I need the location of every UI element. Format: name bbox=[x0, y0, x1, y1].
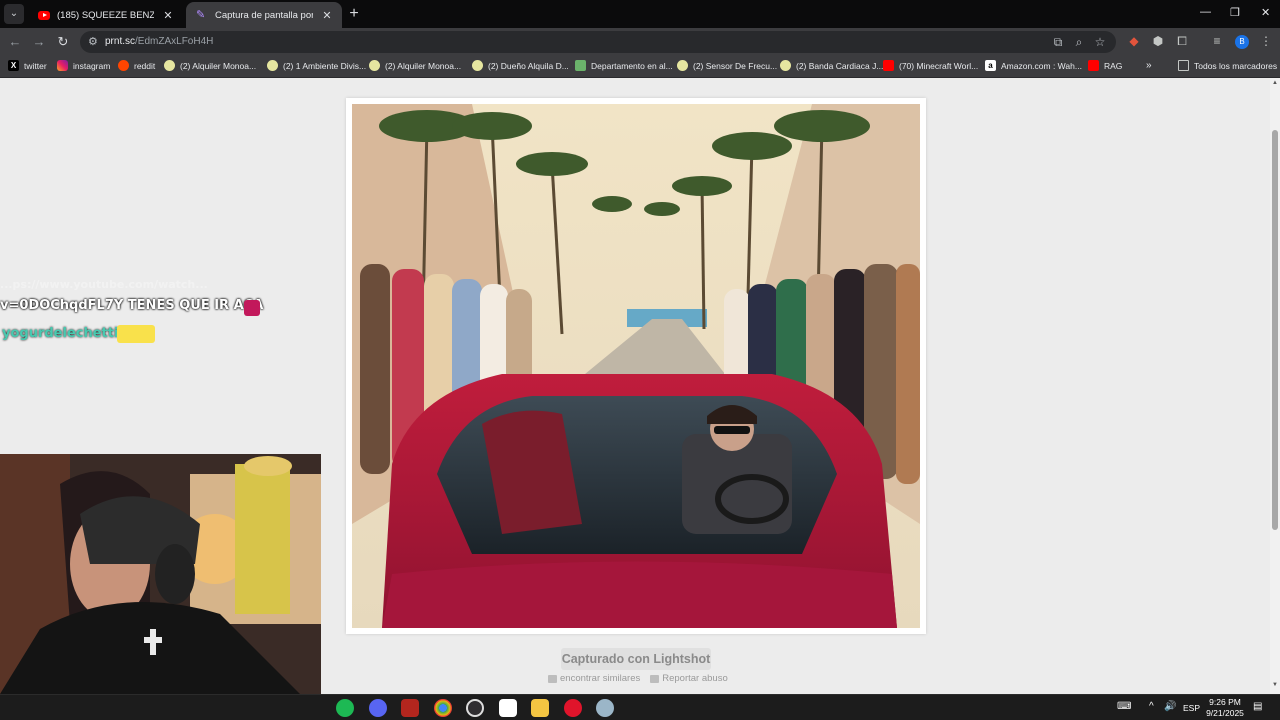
browser-toolbar: ← → ↻ ⚙ prnt.sc/EdmZAxLFoH4H ⧉ ⌕ ☆ bbox=[0, 28, 1280, 56]
bookmarks-overflow-icon[interactable]: » bbox=[1146, 60, 1152, 71]
screenshot-image[interactable] bbox=[352, 104, 920, 628]
tab-title: (185) SQUEEZE BENZ Drifts Thr bbox=[57, 9, 154, 21]
close-icon[interactable]: ✕ bbox=[320, 9, 334, 22]
lemon-icon bbox=[677, 60, 688, 71]
instagram-icon bbox=[57, 60, 68, 71]
scrollbar-thumb[interactable] bbox=[1272, 130, 1278, 530]
lemon-icon bbox=[780, 60, 791, 71]
folder-icon bbox=[1178, 60, 1189, 71]
extension-fox-icon[interactable]: ◆ bbox=[1126, 34, 1142, 48]
language-indicator[interactable]: ESP bbox=[1183, 703, 1200, 713]
chrome-icon[interactable] bbox=[434, 699, 452, 717]
voicemeeter-icon[interactable] bbox=[401, 699, 419, 717]
scroll-up-icon[interactable]: ▲ bbox=[1272, 80, 1278, 86]
chat-username: yogurdelechetti : bbox=[2, 326, 129, 341]
system-clock[interactable]: 9:26 PM 9/21/2025 bbox=[1200, 697, 1250, 719]
lemon-icon bbox=[472, 60, 483, 71]
siren-emote-icon bbox=[244, 300, 260, 316]
reddit-icon bbox=[118, 60, 129, 71]
chat-message: v=0DOChqdFL7Y TENES QUE IR ACA bbox=[0, 298, 264, 313]
tab-search-button[interactable]: ⌄ bbox=[4, 4, 24, 24]
install-app-icon[interactable]: ⧉ bbox=[1050, 35, 1066, 50]
chat-message-faded: ...ps://www.youtube.com/watch... bbox=[0, 278, 208, 291]
bookmark-instagram[interactable]: instagram bbox=[57, 60, 110, 71]
bookmark-dueno[interactable]: (2) Dueño Alquila D... bbox=[472, 60, 569, 71]
url-text: prnt.sc/EdmZAxLFoH4H bbox=[105, 36, 214, 47]
youtube-icon bbox=[883, 60, 894, 71]
bookmark-amazon[interactable]: a Amazon.com : Wah... bbox=[985, 60, 1082, 71]
obs-icon[interactable] bbox=[466, 699, 484, 717]
notifications-icon[interactable]: ▤ bbox=[1253, 701, 1262, 712]
close-window-icon[interactable]: ✕ bbox=[1261, 6, 1270, 19]
volume-icon[interactable]: 🔊 bbox=[1164, 701, 1176, 712]
all-bookmarks[interactable]: Todos los marcadores bbox=[1178, 60, 1277, 71]
bookmarks-bar: Xtwitter instagram reddit (2) Alquiler M… bbox=[0, 56, 1280, 78]
forward-icon[interactable]: → bbox=[31, 34, 47, 50]
lightshot-feather-icon: ✎ bbox=[196, 9, 206, 21]
webcam-feed bbox=[0, 454, 321, 694]
page-actions: encontrar similares Reportar abuso bbox=[548, 673, 728, 684]
profile-avatar[interactable]: B bbox=[1235, 35, 1249, 49]
clock-time: 9:26 PM bbox=[1209, 697, 1241, 707]
keyboard-icon[interactable]: ⌨ bbox=[1117, 701, 1131, 712]
back-icon[interactable]: ← bbox=[7, 34, 23, 50]
windows-taskbar: ⌨ ^ 🔊 ESP 9:26 PM 9/21/2025 ▤ bbox=[0, 694, 1280, 720]
zoom-icon[interactable]: ⌕ bbox=[1071, 35, 1087, 50]
extensions-icon[interactable]: ⧠ bbox=[1174, 34, 1190, 49]
tab-lightshot[interactable]: ✎ Captura de pantalla por Lightsh ✕ bbox=[186, 2, 342, 28]
extension-puzzle-icon[interactable]: ⬢ bbox=[1150, 34, 1166, 48]
restore-icon[interactable]: ❐ bbox=[1230, 6, 1240, 19]
tab-strip: ⌄ (185) SQUEEZE BENZ Drifts Thr ✕ ✎ Capt… bbox=[0, 0, 1280, 28]
capcut-icon[interactable] bbox=[499, 699, 517, 717]
flag-icon bbox=[650, 674, 660, 683]
opera-icon[interactable] bbox=[564, 699, 582, 717]
spotify-icon[interactable] bbox=[336, 699, 354, 717]
camera-icon bbox=[548, 674, 557, 683]
image-icon bbox=[575, 60, 586, 71]
car-street-scene bbox=[352, 104, 920, 628]
new-tab-button[interactable]: + bbox=[346, 5, 362, 23]
media-control-icon[interactable]: ≡ bbox=[1209, 34, 1225, 48]
tab-youtube[interactable]: (185) SQUEEZE BENZ Drifts Thr ✕ bbox=[28, 2, 183, 28]
tab-title: Captura de pantalla por Lightsh bbox=[215, 9, 313, 21]
captured-with-lightshot-label[interactable]: Capturado con Lightshot bbox=[561, 648, 711, 670]
webcam-overlay bbox=[0, 454, 321, 694]
bookmark-alquiler-2[interactable]: (2) Alquiler Monoa... bbox=[369, 60, 461, 71]
reload-icon[interactable]: ↻ bbox=[55, 34, 71, 50]
bookmark-banda[interactable]: (2) Banda Cardiaca J... bbox=[780, 60, 883, 71]
bookmark-minecraft[interactable]: (70) Minecraft Worl... bbox=[883, 60, 978, 71]
clock-date: 9/21/2025 bbox=[1206, 708, 1244, 718]
bookmark-reddit[interactable]: reddit bbox=[118, 60, 155, 71]
site-info-icon[interactable]: ⚙ bbox=[88, 35, 98, 48]
scroll-down-icon[interactable]: ▼ bbox=[1272, 682, 1278, 688]
bookmark-departamento[interactable]: Departamento en al... bbox=[575, 60, 673, 71]
bookmark-star-icon[interactable]: ☆ bbox=[1092, 35, 1108, 49]
youtube-icon bbox=[1088, 60, 1099, 71]
close-icon[interactable]: ✕ bbox=[161, 9, 175, 22]
bookmark-rag[interactable]: RAG bbox=[1088, 60, 1122, 71]
page-scrollbar[interactable]: ▲ ▼ bbox=[1270, 78, 1280, 694]
youtube-icon bbox=[38, 10, 50, 20]
more-menu-icon[interactable]: ⋮ bbox=[1258, 34, 1274, 48]
screenshot-frame bbox=[346, 98, 926, 634]
vpn-icon[interactable] bbox=[596, 699, 614, 717]
lemon-icon bbox=[164, 60, 175, 71]
bookmark-ambiente[interactable]: (2) 1 Ambiente Divis... bbox=[267, 60, 366, 71]
lemon-icon bbox=[369, 60, 380, 71]
report-abuse-link[interactable]: Reportar abuso bbox=[650, 673, 728, 684]
amazon-icon: a bbox=[985, 60, 996, 71]
bookmark-sensor[interactable]: (2) Sensor De Frecu... bbox=[677, 60, 777, 71]
find-similar-link[interactable]: encontrar similares bbox=[548, 673, 640, 684]
address-bar[interactable]: ⚙ prnt.sc/EdmZAxLFoH4H ⧉ ⌕ ☆ bbox=[80, 31, 1116, 53]
discord-icon[interactable] bbox=[369, 699, 387, 717]
bookmark-alquiler-1[interactable]: (2) Alquiler Monoa... bbox=[164, 60, 256, 71]
file-explorer-icon[interactable] bbox=[531, 699, 549, 717]
bookmark-twitter[interactable]: Xtwitter bbox=[8, 60, 47, 71]
lemon-icon bbox=[267, 60, 278, 71]
minimize-icon[interactable]: — bbox=[1200, 6, 1211, 18]
show-hidden-icons-icon[interactable]: ^ bbox=[1149, 701, 1154, 712]
laughing-emote-icon bbox=[117, 325, 155, 343]
stream-chat-overlay: ...ps://www.youtube.com/watch... v=0DOCh… bbox=[0, 278, 330, 348]
x-icon: X bbox=[8, 60, 19, 71]
